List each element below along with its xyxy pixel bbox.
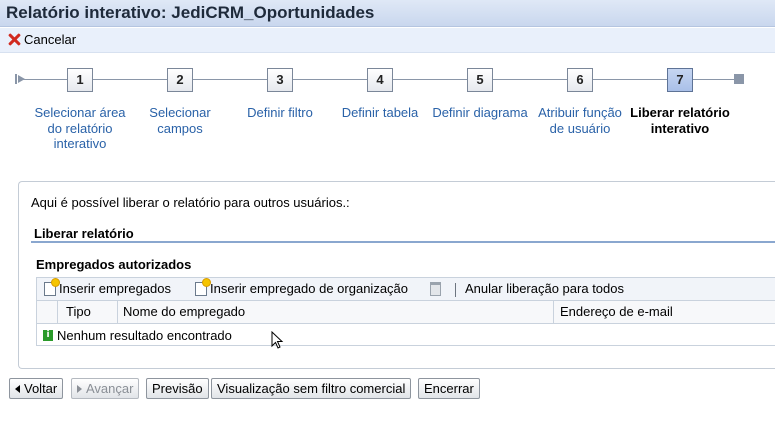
table-toolbar: Inserir empregados Inserir empregado de … (37, 278, 775, 301)
step-1-button[interactable]: 1 (67, 68, 93, 92)
step-3-label[interactable]: Definir filtro (230, 105, 330, 121)
delete-button[interactable] (430, 282, 441, 296)
toolbar-separator (455, 283, 456, 297)
title-bar: Relatório interativo: JediCRM_Oportunida… (0, 0, 775, 27)
step-2-button[interactable]: 2 (167, 68, 193, 92)
column-header-type[interactable]: Tipo (66, 304, 91, 319)
new-document-icon (44, 278, 59, 296)
column-separator (553, 301, 554, 324)
authorized-employees-title: Empregados autorizados (36, 257, 192, 272)
step-4-label[interactable]: Definir tabela (330, 105, 430, 121)
table-row: i Nenhum resultado encontrado (37, 324, 775, 346)
chevron-left-icon (15, 385, 20, 393)
column-header-email[interactable]: Endereço de e-mail (560, 304, 673, 319)
release-section-title: Liberar relatório (34, 226, 134, 241)
cancel-release-button[interactable]: Anular liberação para todos (465, 281, 624, 296)
step-7-button[interactable]: 7 (667, 68, 693, 92)
window-title: Relatório interativo: JediCRM_Oportunida… (6, 3, 375, 22)
step-2-label[interactable]: Selecionar campos (130, 105, 230, 136)
view-without-filter-label: Visualização sem filtro comercial (217, 381, 406, 396)
step-5-button[interactable]: 5 (467, 68, 493, 92)
table-header: Tipo Nome do empregado Endereço de e-mai… (37, 301, 775, 324)
step-5-label[interactable]: Definir diagrama (430, 105, 530, 121)
insert-employees-label: Inserir empregados (59, 281, 171, 296)
empty-message: Nenhum resultado encontrado (57, 328, 232, 343)
section-divider (31, 241, 775, 243)
column-separator (117, 301, 118, 324)
new-document-icon (195, 278, 210, 296)
employees-table: Inserir empregados Inserir empregado de … (36, 277, 775, 346)
trash-icon (430, 282, 441, 296)
finish-button[interactable]: Encerrar (418, 378, 480, 399)
back-label: Voltar (24, 381, 58, 396)
next-label: Avançar (86, 381, 134, 396)
step-6-label[interactable]: Atribuir função de usuário (530, 105, 630, 136)
back-button[interactable]: Voltar (9, 378, 64, 399)
insert-org-employee-button[interactable]: Inserir empregado de organização (195, 278, 409, 296)
preview-label: Previsão (152, 381, 203, 396)
insert-org-employee-label: Inserir empregado de organização (210, 281, 409, 296)
cancel-label: Cancelar (24, 32, 77, 47)
preview-button[interactable]: Previsão (146, 378, 209, 399)
wizard-start-icon (15, 74, 25, 84)
intro-text: Aqui é possível liberar o relatório para… (31, 195, 350, 210)
cancel-button[interactable]: Cancelar (8, 32, 76, 47)
close-icon (8, 33, 21, 46)
wizard-steps: 1 2 3 4 5 6 7 Selecionar área do relatór… (0, 60, 775, 175)
cancel-release-label: Anular liberação para todos (465, 281, 624, 296)
mouse-cursor-icon (271, 331, 284, 349)
top-toolbar: Cancelar (0, 28, 775, 53)
insert-employees-button[interactable]: Inserir empregados (44, 278, 171, 296)
step-6-button[interactable]: 6 (567, 68, 593, 92)
step-3-button[interactable]: 3 (267, 68, 293, 92)
info-icon: i (43, 330, 53, 341)
step-4-button[interactable]: 4 (367, 68, 393, 92)
column-header-employee-name[interactable]: Nome do empregado (123, 304, 245, 319)
chevron-right-icon (77, 385, 82, 393)
view-without-filter-button[interactable]: Visualização sem filtro comercial (211, 378, 412, 399)
column-separator (57, 301, 58, 324)
wizard-end-icon (734, 74, 744, 84)
step-7-label: Liberar relatório interativo (630, 105, 730, 136)
next-button[interactable]: Avançar (71, 378, 140, 399)
step-1-label[interactable]: Selecionar área do relatório interativo (30, 105, 130, 152)
finish-label: Encerrar (424, 381, 474, 396)
